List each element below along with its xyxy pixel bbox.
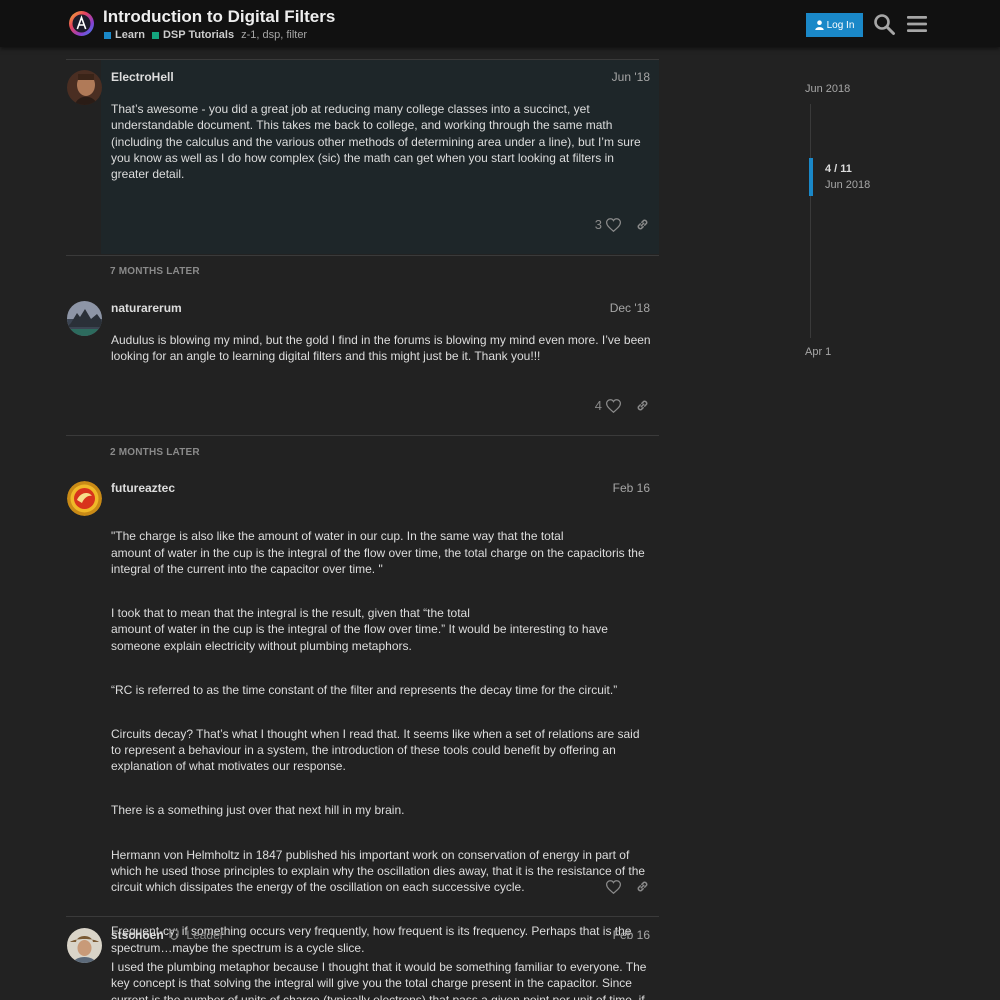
like-button[interactable]: 4: [595, 398, 621, 413]
link-icon: [637, 219, 648, 230]
post-username[interactable]: stschoen Leader: [111, 928, 224, 942]
user-photo-icon: [67, 301, 102, 336]
share-link-button[interactable]: [635, 879, 650, 894]
avatar[interactable]: [67, 301, 102, 336]
heart-icon: [606, 217, 621, 232]
post-paragraph: “RC is referred to as the time constant …: [111, 682, 618, 697]
post-paragraph: I used the plumbing metaphor because I t…: [111, 960, 647, 1000]
time-gap-label: 7 MONTHS LATER: [110, 266, 200, 277]
shield-icon: [169, 929, 179, 941]
post-actions: 4: [595, 398, 650, 413]
avatar[interactable]: [67, 70, 102, 105]
link-icon: [637, 881, 648, 892]
post-divider: [66, 916, 659, 917]
topic-tags[interactable]: z-1, dsp, filter: [241, 29, 307, 41]
post-username[interactable]: futureaztec: [111, 481, 175, 495]
audulus-logo-icon[interactable]: [68, 10, 95, 37]
search-icon[interactable]: [872, 12, 896, 36]
user-photo-icon: [67, 70, 102, 105]
post-date[interactable]: Dec '18: [610, 301, 650, 315]
hamburger-menu-icon[interactable]: [905, 12, 929, 36]
breadcrumb: Learn DSP Tutorials z-1, dsp, filter: [104, 29, 307, 41]
post-username[interactable]: ElectroHell: [111, 70, 174, 84]
category-color-swatch: [104, 31, 111, 39]
post-body: Audulus is blowing my mind, but the gold…: [111, 332, 651, 376]
avatar[interactable]: [67, 481, 102, 516]
category-label: DSP Tutorials: [162, 29, 235, 41]
post-paragraph: There is a something just over that next…: [111, 803, 405, 818]
share-link-button[interactable]: [635, 217, 650, 232]
category-label: Learn: [115, 29, 145, 41]
heart-icon: [606, 398, 621, 413]
post-actions: 3: [595, 217, 650, 232]
post-actions: [606, 879, 650, 894]
timeline-start-date[interactable]: Jun 2018: [805, 83, 850, 95]
post-paragraph: "The charge is also like the amount of w…: [111, 529, 645, 576]
user-title: Leader: [186, 928, 224, 942]
post-body: I used the plumbing metaphor because I t…: [111, 959, 651, 1000]
timeline-handle[interactable]: [809, 158, 813, 196]
user-photo-icon: [67, 928, 102, 963]
person-icon: [814, 20, 824, 30]
category-badge-dsp-tutorials[interactable]: DSP Tutorials: [151, 29, 235, 41]
user-photo-icon: [67, 481, 102, 516]
like-count: 4: [594, 398, 602, 413]
like-button[interactable]: 3: [595, 217, 621, 232]
post-divider: [66, 435, 659, 436]
avatar[interactable]: [67, 928, 102, 963]
post-date[interactable]: Jun '18: [612, 70, 650, 84]
post-paragraph: Audulus is blowing my mind, but the gold…: [111, 333, 651, 364]
topic-title[interactable]: Introduction to Digital Filters: [103, 7, 335, 27]
time-gap-label: 2 MONTHS LATER: [110, 447, 200, 458]
login-button[interactable]: Log In: [806, 13, 863, 37]
like-button[interactable]: [606, 879, 621, 894]
timeline-scrollbar[interactable]: [810, 104, 811, 338]
like-count: 3: [594, 217, 602, 232]
post-body: "The charge is also like the amount of w…: [111, 512, 651, 984]
post-date[interactable]: Feb 16: [613, 481, 650, 495]
share-link-button[interactable]: [635, 398, 650, 413]
heart-icon: [606, 879, 621, 894]
link-icon: [637, 400, 648, 411]
post-username[interactable]: naturarerum: [111, 301, 182, 315]
post-paragraph: Hermann von Helmholtz in 1847 published …: [111, 847, 646, 895]
post-body: That’s awesome - you did a great job at …: [111, 101, 651, 194]
category-color-swatch: [151, 31, 159, 39]
post-paragraph: That’s awesome - you did a great job at …: [111, 102, 641, 182]
category-badge-learn[interactable]: Learn: [104, 29, 145, 41]
timeline-end-date[interactable]: Apr 1: [805, 346, 831, 358]
post-paragraph: I took that to mean that the integral is…: [111, 605, 608, 653]
timeline-position: 4 / 11: [825, 163, 852, 175]
login-label: Log In: [826, 19, 855, 31]
post-divider: [66, 255, 659, 256]
post-date[interactable]: Feb 16: [613, 928, 650, 942]
post-username-text: stschoen: [111, 928, 164, 942]
post-paragraph: Circuits decay? That’s what I thought wh…: [111, 726, 640, 774]
site-header: Introduction to Digital Filters Learn DS…: [0, 0, 1000, 47]
timeline-position-date: Jun 2018: [825, 179, 871, 191]
